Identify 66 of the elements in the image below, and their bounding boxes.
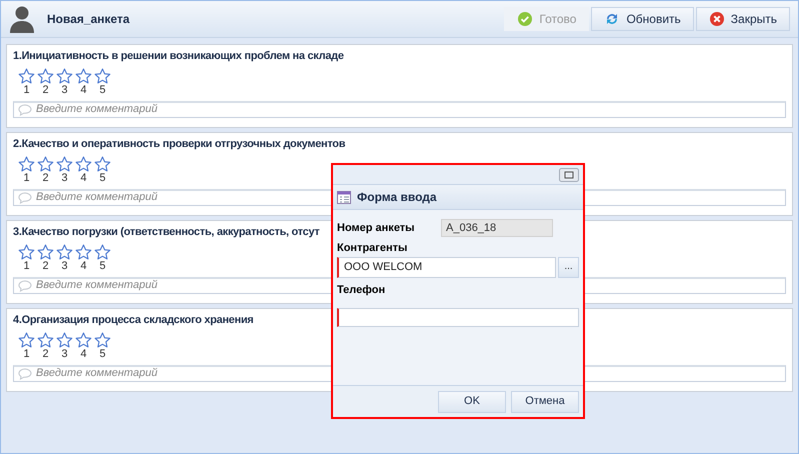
scale-number: 5 (98, 84, 107, 96)
question-title: 1.Инициативность в решении возникающих проблем на складе (13, 49, 344, 64)
check-icon (517, 11, 534, 27)
field-label: Телефон (337, 282, 386, 298)
restore-window-icon[interactable] (559, 168, 579, 182)
counterparty-field[interactable]: ООО WELCOM (337, 256, 556, 278)
star-icon[interactable] (37, 156, 54, 172)
user-silhouette-icon (9, 5, 35, 33)
scale-number: 2 (41, 260, 50, 272)
star-icon[interactable] (75, 156, 92, 172)
scale-number: 2 (41, 348, 50, 360)
scale-number: 2 (41, 172, 50, 184)
scale-number: 1 (22, 348, 31, 360)
star-icon[interactable] (56, 68, 73, 84)
star-icon[interactable] (37, 244, 54, 260)
star-icon[interactable] (37, 332, 54, 348)
star-icon[interactable] (18, 244, 35, 260)
star-icon[interactable] (75, 332, 92, 348)
star-icon[interactable] (37, 68, 54, 84)
star-icon[interactable] (56, 156, 73, 172)
dialog-button[interactable]: Отмена (511, 390, 579, 412)
star-icon[interactable] (94, 68, 111, 84)
scale-number: 1 (22, 172, 31, 184)
speech-bubble-icon (18, 192, 32, 204)
question-title: 3.Качество погрузки (ответственность, аккуратность, отсут (13, 225, 320, 240)
scale-number: 2 (41, 84, 50, 96)
star-icon[interactable] (18, 68, 35, 84)
star-icon[interactable] (56, 244, 73, 260)
scale-number: 4 (79, 348, 88, 360)
scale-number: 3 (60, 172, 69, 184)
toolbar-button[interactable]: Закрыть (696, 7, 790, 31)
form-list-icon (337, 190, 351, 204)
star-icon[interactable] (94, 156, 111, 172)
scale-number: 3 (60, 260, 69, 272)
scale-number: 3 (60, 348, 69, 360)
star-icon[interactable] (18, 332, 35, 348)
question-title: 2.Качество и оперативность проверки отгрузочных документов (13, 137, 346, 152)
star-icon[interactable] (94, 244, 111, 260)
star-icon[interactable] (94, 332, 111, 348)
star-icon[interactable] (75, 68, 92, 84)
star-icon[interactable] (56, 332, 73, 348)
lookup-button[interactable]: ... (558, 256, 579, 278)
scale-number: 4 (79, 172, 88, 184)
close-icon (708, 11, 725, 27)
question-title: 4.Организация процесса складского хранения (13, 313, 254, 328)
scale-number: 1 (22, 84, 31, 96)
page-title: Новая_анкета (47, 11, 130, 28)
field-label: Номер анкеты (337, 220, 416, 236)
speech-bubble-icon (18, 104, 32, 116)
scale-number: 4 (79, 260, 88, 272)
star-icon[interactable] (75, 244, 92, 260)
scale-number: 5 (98, 348, 107, 360)
speech-bubble-icon (18, 368, 32, 380)
field-label: Контрагенты (337, 241, 408, 256)
scale-number: 5 (98, 260, 107, 272)
scale-number: 5 (98, 172, 107, 184)
star-icon[interactable] (18, 156, 35, 172)
speech-bubble-icon (18, 280, 32, 292)
toolbar-button[interactable]: Обновить (591, 7, 694, 31)
dialog-title: Форма ввода (357, 189, 437, 206)
dialog-button[interactable]: OK (438, 390, 506, 412)
scale-number: 3 (60, 84, 69, 96)
scale-number: 1 (22, 260, 31, 272)
questionnaire-number-field: A_036_18 (441, 219, 553, 237)
scale-number: 4 (79, 84, 88, 96)
phone-field[interactable] (337, 308, 579, 327)
